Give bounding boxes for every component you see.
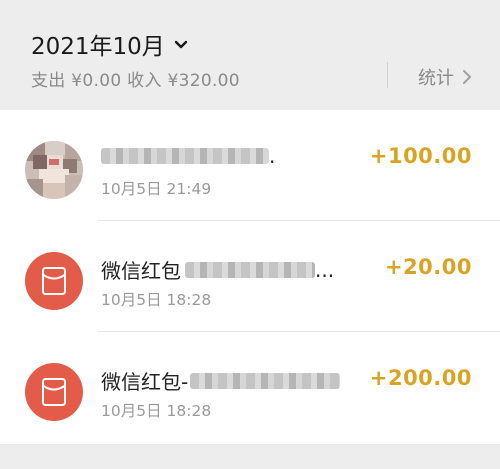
- transaction-list: . 10月5日 21:49 +100.00 微信红包 ... 10月5日 18:…: [0, 110, 500, 444]
- transaction-amount: +20.00: [384, 255, 472, 279]
- transaction-row[interactable]: . 10月5日 21:49 +100.00: [0, 110, 500, 221]
- transaction-date: 10月5日 18:28: [101, 402, 212, 420]
- red-packet-icon: [25, 252, 83, 310]
- transaction-title: 微信红包 ...: [101, 257, 335, 284]
- transaction-row[interactable]: 微信红包 ... 10月5日 18:28 +20.00: [0, 221, 500, 332]
- user-avatar: [25, 141, 83, 199]
- header: 2021年10月 支出 ¥0.00 收入 ¥320.00 统计: [0, 0, 500, 110]
- chevron-right-icon: [463, 70, 471, 84]
- transaction-date: 10月5日 21:49: [101, 180, 212, 198]
- month-label: 2021年10月: [31, 34, 165, 60]
- month-selector[interactable]: 2021年10月: [31, 27, 189, 61]
- transaction-date: 10月5日 18:28: [101, 291, 212, 309]
- transaction-title: 微信红包-: [101, 366, 341, 395]
- divider: [387, 62, 388, 88]
- chevron-down-icon: [174, 40, 188, 49]
- stats-label: 统计: [418, 68, 454, 89]
- transaction-amount: +100.00: [369, 144, 472, 168]
- summary-text: 支出 ¥0.00 收入 ¥320.00: [31, 71, 240, 91]
- transaction-amount: +200.00: [369, 366, 472, 390]
- blurred-name: [190, 372, 341, 389]
- blurred-name: [101, 148, 269, 164]
- transaction-title: .: [101, 144, 275, 168]
- red-packet-icon: [25, 363, 83, 421]
- stats-button[interactable]: 统计: [418, 64, 472, 90]
- transaction-row[interactable]: 微信红包- 10月5日 18:28 +200.00: [0, 332, 500, 443]
- blurred-name: [185, 261, 315, 278]
